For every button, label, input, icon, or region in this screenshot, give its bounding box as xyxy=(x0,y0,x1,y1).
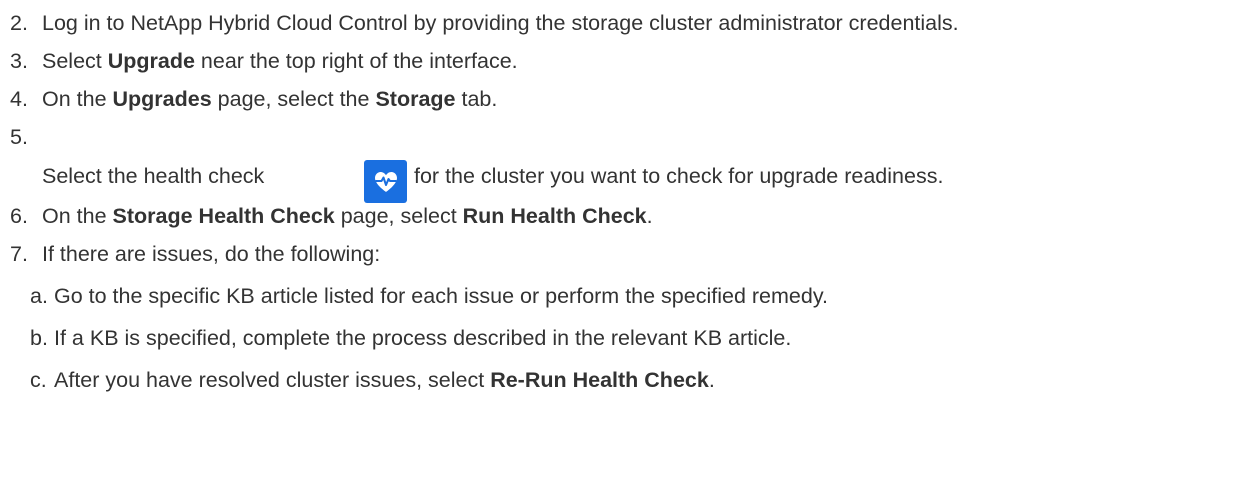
heartbeat-icon xyxy=(374,171,397,192)
substep-letter: b. xyxy=(30,326,48,350)
step-2: 2. Log in to NetApp Hybrid Cloud Control … xyxy=(10,10,959,36)
step-6: 6. On the Storage Health Check page, sele… xyxy=(10,203,653,229)
step-5-text-before: Select the health check xyxy=(42,164,265,188)
step-number: 5. xyxy=(10,125,28,149)
step-number: 7. xyxy=(10,242,28,266)
substep-text: After you have resolved cluster issues, … xyxy=(54,368,715,392)
step-number: 3. xyxy=(10,49,28,73)
step-text: If there are issues, do the following: xyxy=(42,242,381,266)
step-5: 5. xyxy=(10,124,42,150)
substep-c: c. After you have resolved cluster issues… xyxy=(30,367,715,393)
step-7: 7. If there are issues, do the following: xyxy=(10,241,380,267)
step-3: 3. Select Upgrade near the top right of t… xyxy=(10,48,518,74)
step-text: On the Upgrades page, select the Storage… xyxy=(42,87,498,111)
ui-term-upgrade: Upgrade xyxy=(107,49,195,73)
substep-a: a. Go to the specific KB article listed f… xyxy=(30,283,828,309)
substep-text: If a KB is specified, complete the proce… xyxy=(54,326,792,350)
step-number: 4. xyxy=(10,87,28,111)
step-number: 6. xyxy=(10,204,28,228)
substep-text: Go to the specific KB article listed for… xyxy=(54,284,828,308)
ui-term-run-health-check: Run Health Check xyxy=(462,204,647,228)
ui-term-storage: Storage xyxy=(375,87,456,111)
step-text: Select Upgrade near the top right of the… xyxy=(42,49,518,73)
ui-term-upgrades: Upgrades xyxy=(112,87,212,111)
step-4: 4. On the Upgrades page, select the Stora… xyxy=(10,86,497,112)
substep-letter: c. xyxy=(30,368,47,392)
step-text: Log in to NetApp Hybrid Cloud Control by… xyxy=(42,11,959,35)
step-5-text-after: for the cluster you want to check for up… xyxy=(414,164,944,188)
ui-term-storage-health-check: Storage Health Check xyxy=(112,204,335,228)
substep-b: b. If a KB is specified, complete the pro… xyxy=(30,325,791,351)
health-check-button[interactable] xyxy=(364,160,407,203)
step-text: On the Storage Health Check page, select… xyxy=(42,204,653,228)
substep-letter: a. xyxy=(30,284,48,308)
step-number: 2. xyxy=(10,11,28,35)
ui-term-rerun-health-check: Re-Run Health Check xyxy=(490,368,709,392)
